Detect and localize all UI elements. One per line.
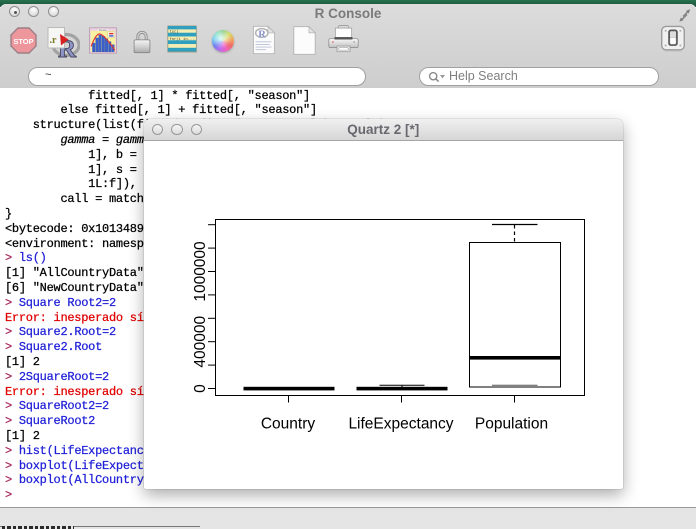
svg-text:Density: Density	[99, 29, 108, 32]
svg-text:Population: Population	[475, 416, 548, 433]
svg-text:.r: .r	[50, 35, 58, 46]
svg-text:400000: 400000	[192, 315, 209, 367]
svg-text:1000000: 1000000	[192, 241, 209, 302]
svg-text:ls(): ls()	[170, 29, 179, 34]
svg-text:LifeExpectancy: LifeExpectancy	[348, 416, 453, 433]
svg-text:Country: Country	[261, 416, 316, 433]
svg-text:for(i in...: for(i in...	[170, 37, 195, 42]
svg-text:0: 0	[192, 384, 209, 393]
svg-text:STOP: STOP	[13, 37, 33, 46]
svg-text:R: R	[258, 29, 266, 40]
